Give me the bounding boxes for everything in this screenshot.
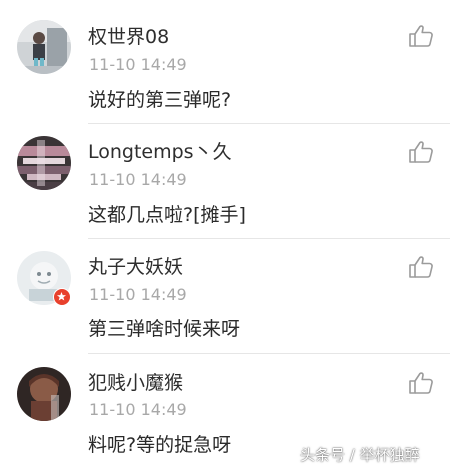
like-button[interactable] xyxy=(408,371,434,395)
divider xyxy=(88,238,450,239)
comment-text: 这都几点啦?[摊手] xyxy=(88,204,246,226)
thumbs-up-icon xyxy=(409,25,433,47)
watermark: 头条号 / 举杯独醉 xyxy=(300,446,420,464)
username[interactable]: 丸子大妖妖 xyxy=(88,258,183,277)
username[interactable]: 权世界08 xyxy=(88,28,169,47)
username[interactable]: Longtemps丶久 xyxy=(88,143,232,162)
comment-text: 说好的第三弹呢? xyxy=(88,89,232,111)
timestamp: 11-10 14:49 xyxy=(89,170,187,189)
comment-text: 料呢?等的捉急呀 xyxy=(88,434,232,456)
timestamp: 11-10 14:49 xyxy=(89,285,187,304)
avatar[interactable] xyxy=(17,136,71,190)
avatar[interactable] xyxy=(17,367,71,421)
timestamp: 11-10 14:49 xyxy=(89,400,187,419)
red-badge-icon xyxy=(53,288,71,306)
avatar[interactable] xyxy=(17,20,71,74)
timestamp: 11-10 14:49 xyxy=(89,55,187,74)
username[interactable]: 犯贱小魔猴 xyxy=(88,374,183,393)
thumbs-up-icon xyxy=(409,141,433,163)
divider xyxy=(88,353,450,354)
like-button[interactable] xyxy=(408,24,434,48)
like-button[interactable] xyxy=(408,140,434,164)
like-button[interactable] xyxy=(408,255,434,279)
thumbs-up-icon xyxy=(409,256,433,278)
comment-text: 第三弹啥时候来呀 xyxy=(88,318,241,340)
thumbs-up-icon xyxy=(409,372,433,394)
divider xyxy=(88,123,450,124)
